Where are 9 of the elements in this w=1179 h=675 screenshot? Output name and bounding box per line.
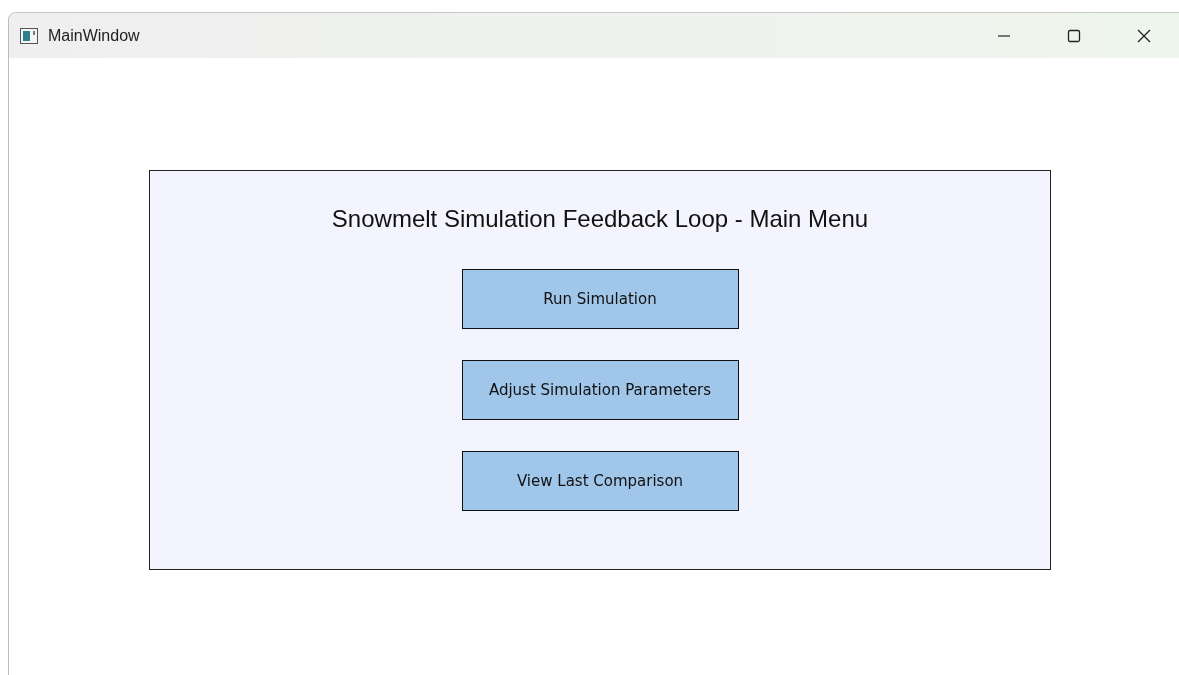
app-icon [20,27,38,44]
close-icon [1136,27,1152,44]
menu-title: Snowmelt Simulation Feedback Loop - Main Menu [331,205,869,233]
menu-button[interactable]: Run Simulation [461,269,739,329]
minimize-icon [998,34,1010,37]
menu-button[interactable]: View Last Comparison [461,451,739,511]
window-title: MainWindow [48,26,141,45]
menu-button[interactable]: Adjust Simulation Parameters [461,360,739,420]
maximize-icon [1066,27,1082,44]
